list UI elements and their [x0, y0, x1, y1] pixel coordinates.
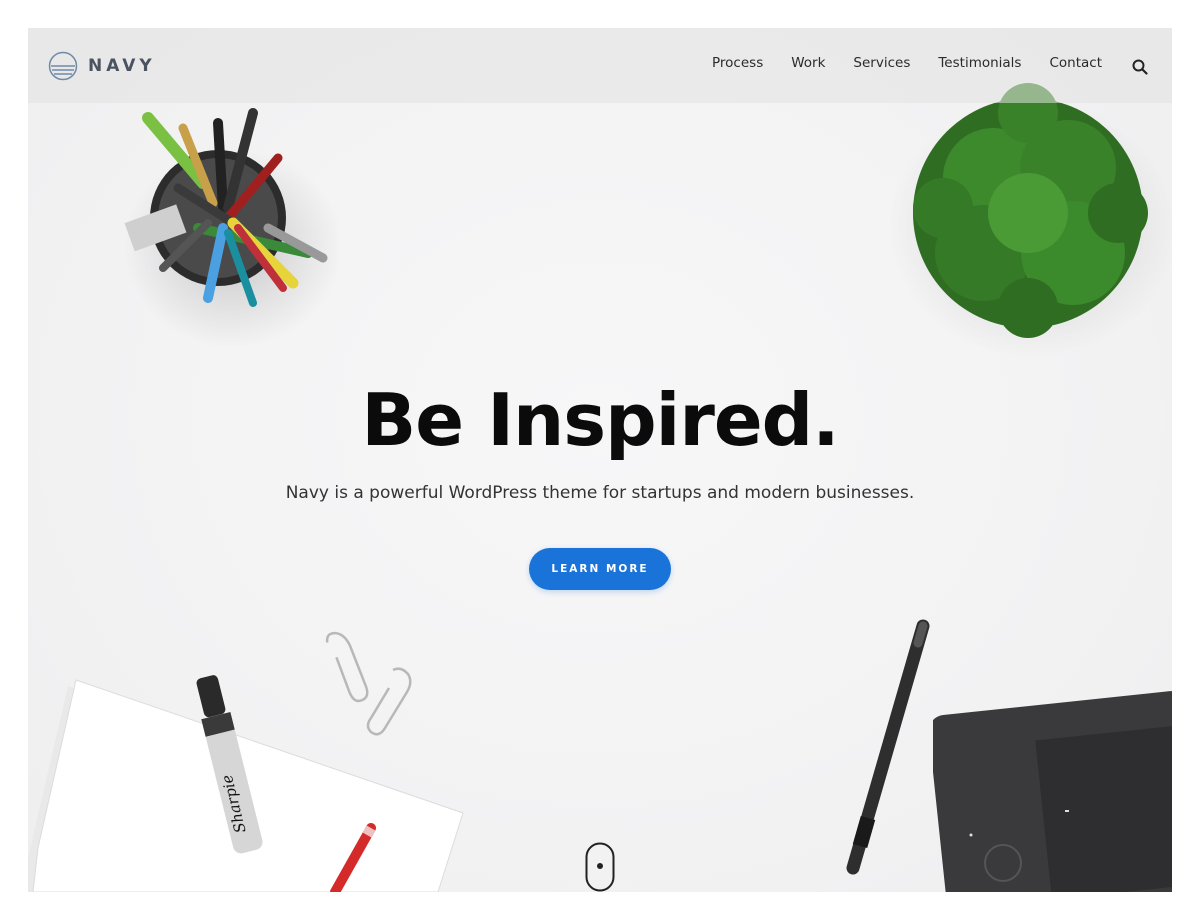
nav-item-contact[interactable]: Contact: [1049, 55, 1102, 71]
nav-item-process[interactable]: Process: [712, 55, 763, 71]
drawing-tablet-icon: [933, 691, 1172, 892]
learn-more-button[interactable]: LEARN MORE: [529, 548, 671, 590]
potted-plant-icon: [888, 83, 1172, 358]
brand-logo[interactable]: NAVY: [48, 51, 156, 81]
striped-circle-logo-icon: [48, 51, 78, 81]
mouse-scroll-icon[interactable]: [585, 842, 615, 892]
stylus-pen-icon: [846, 619, 930, 875]
hero-section: Sharpie NAVY Process Work Services Testi…: [28, 28, 1172, 892]
hero-subtitle: Navy is a powerful WordPress theme for s…: [285, 483, 915, 503]
pen-cup-icon: [123, 108, 338, 348]
main-nav: Process Work Services Testimonials Conta…: [684, 55, 1102, 71]
red-pencil-icon: [330, 823, 376, 892]
brand-name: NAVY: [88, 56, 156, 76]
nav-item-services[interactable]: Services: [853, 55, 910, 71]
hero-title: Be Inspired.: [361, 378, 839, 462]
search-icon[interactable]: [1132, 59, 1148, 75]
paperclip-icon: [325, 631, 412, 736]
nav-item-testimonials[interactable]: Testimonials: [938, 55, 1021, 71]
nav-item-work[interactable]: Work: [791, 55, 825, 71]
sharpie-marker-icon: Sharpie: [196, 675, 263, 854]
top-navbar: NAVY Process Work Services Testimonials …: [28, 28, 1172, 103]
